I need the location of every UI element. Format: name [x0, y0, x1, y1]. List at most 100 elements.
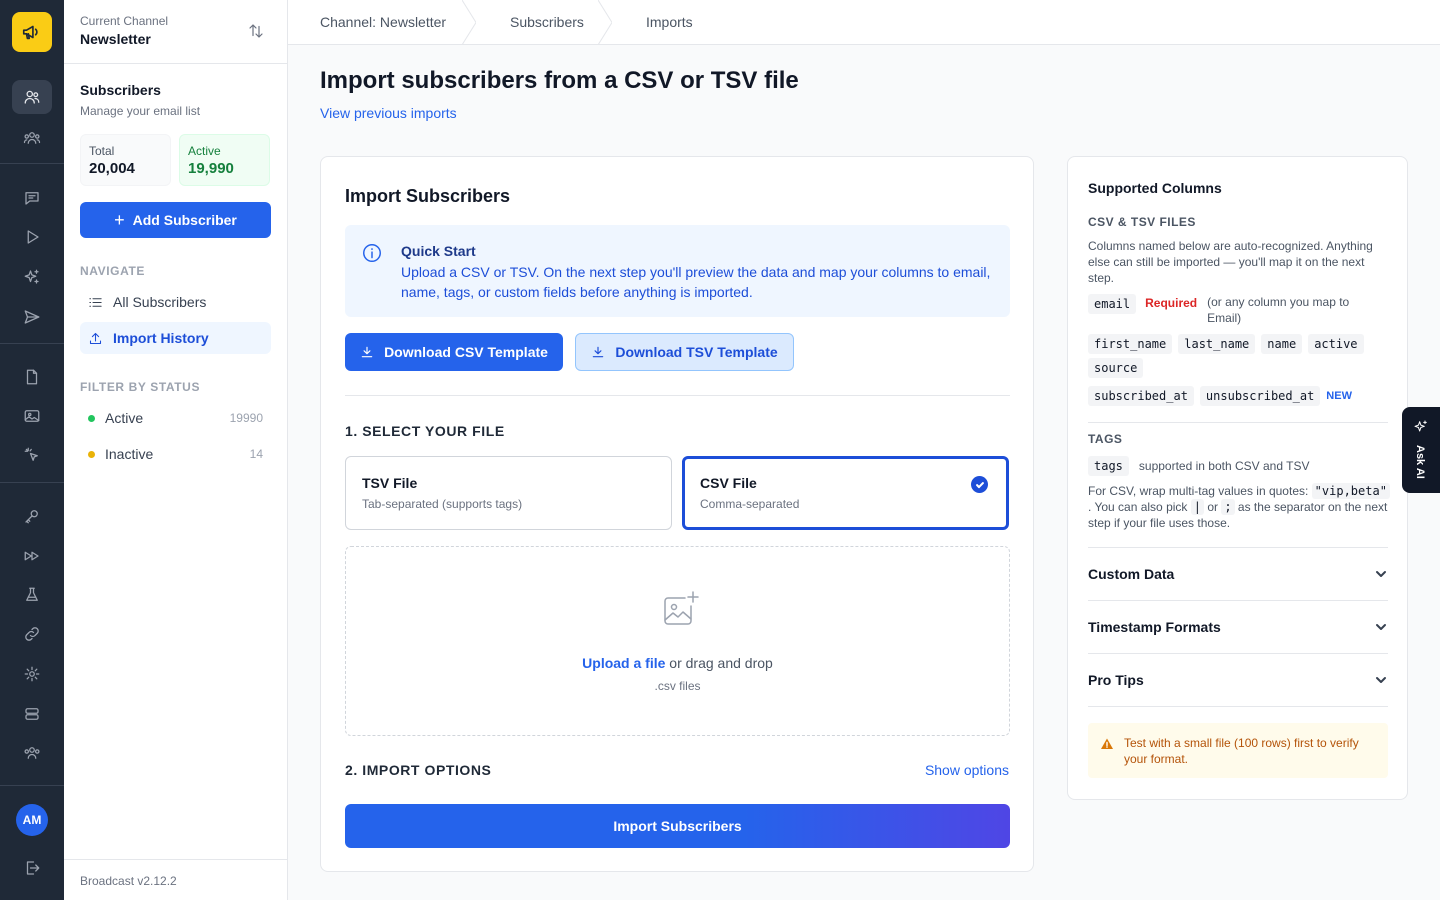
view-previous-imports-link[interactable]: View previous imports [320, 105, 457, 121]
upload-file-link[interactable]: Upload a file [582, 655, 665, 671]
tags-note: supported in both CSV and TSV [1138, 459, 1310, 473]
rail-divider [0, 785, 64, 786]
column-chip: source [1088, 358, 1144, 378]
upload-icon [89, 332, 102, 344]
page-title: Import subscribers from a CSV or TSV fil… [320, 67, 799, 94]
chevron-down-icon [1376, 624, 1386, 630]
file-type-tsv[interactable]: TSV File Tab-separated (supports tags) [345, 456, 672, 530]
status-dot [88, 414, 95, 422]
add-subscriber-button[interactable]: + Add Subscriber [80, 202, 271, 238]
accordion-timestamp-formats[interactable]: Timestamp Formats [1088, 617, 1388, 637]
subscriber-stats: Total 20,004 Active 19,990 [80, 134, 271, 186]
column-chip: subscribed_at [1088, 386, 1194, 406]
download-icon [361, 346, 373, 358]
total-label: Total [89, 144, 115, 158]
breadcrumb-subscribers[interactable]: Subscribers [476, 0, 612, 45]
active-label: Active [188, 144, 221, 158]
channel-switcher[interactable]: Current Channel Newsletter [64, 0, 287, 64]
team-icon[interactable] [12, 736, 52, 770]
file-type-name: CSV File [700, 475, 757, 491]
accordion-custom-data[interactable]: Custom Data [1088, 564, 1388, 584]
chat-icon[interactable] [12, 181, 52, 215]
breadcrumb-channel[interactable]: Channel: Newsletter [288, 0, 476, 45]
download-tsv-label: Download TSV Template [615, 344, 778, 360]
plus-icon: + [114, 210, 125, 230]
show-options-link[interactable]: Show options [925, 762, 1009, 778]
total-value: 20,004 [89, 160, 135, 177]
chevron-down-icon [1376, 571, 1386, 577]
logout-icon[interactable] [12, 851, 52, 885]
swap-vertical-icon[interactable] [247, 22, 265, 40]
tags-heading: TAGS [1088, 432, 1123, 446]
accordion-label: Custom Data [1088, 566, 1175, 582]
nav-label: All Subscribers [113, 294, 207, 310]
active-stat: Active 19,990 [179, 134, 270, 186]
cursor-click-icon[interactable] [12, 438, 52, 472]
key-icon[interactable] [12, 499, 52, 533]
filter-heading: FILTER BY STATUS [80, 380, 201, 394]
column-chip: active [1308, 334, 1364, 354]
send-icon[interactable] [12, 300, 52, 334]
database-icon[interactable] [12, 697, 52, 731]
download-tsv-template-button[interactable]: Download TSV Template [575, 333, 794, 371]
filter-inactive[interactable]: Inactive 14 [80, 436, 271, 472]
breadcrumb: Channel: Newsletter Subscribers Imports [288, 0, 1440, 45]
column-chip: unsubscribed_at [1199, 386, 1321, 406]
image-plus-icon [659, 589, 701, 631]
sparkles-icon[interactable] [12, 260, 52, 294]
section-subtitle: Manage your email list [80, 104, 201, 118]
nav-all-subscribers[interactable]: All Subscribers [80, 286, 271, 318]
filter-label: Active [105, 410, 144, 426]
navigate-heading: NAVIGATE [80, 264, 146, 278]
link-icon[interactable] [12, 617, 52, 651]
rail-divider [0, 482, 64, 483]
file-icon[interactable] [12, 360, 52, 394]
filter-label: Inactive [105, 446, 154, 462]
nav-import-history[interactable]: Import History [80, 322, 271, 354]
warning-callout: Test with a small file (100 rows) first … [1088, 723, 1388, 778]
fast-forward-icon[interactable] [12, 539, 52, 573]
file-type-desc: Comma-separated [700, 497, 800, 511]
column-chip: first_name [1088, 334, 1173, 354]
play-icon[interactable] [12, 220, 52, 254]
divider [1088, 547, 1388, 548]
image-icon[interactable] [12, 399, 52, 433]
quick-start-text: Upload a CSV or TSV. On the next step yo… [401, 264, 991, 300]
supported-columns-panel: Supported Columns CSV & TSV FILES Column… [1067, 156, 1408, 800]
filter-count: 14 [249, 447, 263, 461]
file-type-desc: Tab-separated (supports tags) [362, 497, 523, 511]
filter-active[interactable]: Active 19990 [80, 400, 271, 436]
list-icon [89, 297, 102, 307]
file-type-name: TSV File [362, 475, 418, 491]
quick-start-callout: Quick Start Upload a CSV or TSV. On the … [345, 225, 1010, 317]
upload-instruction: Upload a file or drag and drop [346, 655, 1009, 671]
ask-ai-button[interactable]: Ask AI [1402, 407, 1440, 493]
file-dropzone[interactable]: Upload a file or drag and drop .csv file… [345, 546, 1010, 736]
download-csv-template-button[interactable]: Download CSV Template [345, 333, 563, 371]
tags-text: For CSV, wrap multi-tag values in quotes… [1088, 484, 1309, 498]
version-label: Broadcast v2.12.2 [64, 859, 287, 900]
divider [345, 395, 1010, 396]
file-type-csv[interactable]: CSV File Comma-separated [682, 456, 1009, 530]
filter-count: 19990 [229, 411, 263, 425]
divider [1088, 600, 1388, 601]
users-icon[interactable] [12, 80, 52, 114]
chevron-right-icon [462, 0, 476, 45]
groups-icon[interactable] [12, 121, 52, 155]
csv-tsv-heading: CSV & TSV FILES [1088, 215, 1196, 229]
gear-icon[interactable] [12, 657, 52, 691]
section-title: Subscribers [80, 82, 161, 98]
import-subscribers-button[interactable]: Import Subscribers [345, 804, 1010, 848]
avatar[interactable]: AM [16, 804, 48, 836]
flask-icon[interactable] [12, 578, 52, 612]
rail-divider [0, 163, 64, 164]
code-chip: ; [1221, 499, 1235, 515]
app-rail: AM [0, 0, 64, 900]
megaphone-icon[interactable] [12, 12, 52, 52]
ask-ai-label: Ask AI [1414, 445, 1426, 479]
nav-label: Import History [113, 330, 209, 346]
info-icon [361, 242, 383, 264]
accordion-pro-tips[interactable]: Pro Tips [1088, 670, 1388, 690]
breadcrumb-imports: Imports [612, 0, 693, 45]
status-dot [88, 450, 95, 458]
